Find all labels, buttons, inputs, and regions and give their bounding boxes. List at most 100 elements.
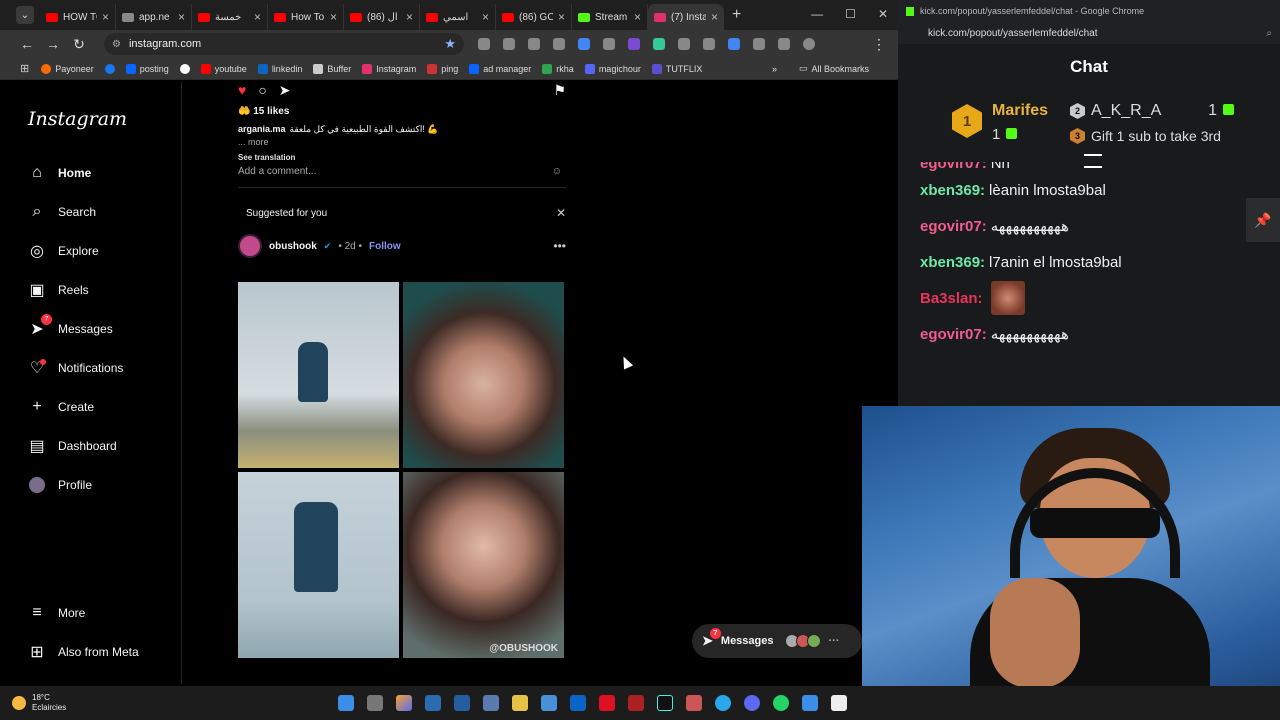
bookmark-item[interactable]: posting [125,63,169,74]
app-icon[interactable] [425,695,441,711]
extension-icon[interactable] [703,38,715,50]
bookmark-item[interactable]: TUTFLIX [651,63,702,74]
like-heart-icon[interactable]: ♥ [238,82,246,98]
close-icon[interactable]: ✕ [556,206,566,220]
minimize-icon[interactable]: — [811,7,823,21]
chrome-menu-icon[interactable]: ⋮ [872,36,886,53]
follow-button[interactable]: Follow [369,241,401,252]
share-icon[interactable]: ➤ [279,82,291,99]
likes-count[interactable]: 🤲 15 likes [238,106,289,117]
tab-2[interactable]: خمسة × [192,4,268,30]
forward-icon[interactable]: → [40,36,66,52]
app-icon[interactable] [628,695,644,711]
close-icon[interactable]: × [711,10,718,24]
zoom-icon[interactable]: ⌕ [1266,28,1272,39]
extension-icon[interactable] [603,38,615,50]
caption-username[interactable]: argania.ma [238,124,286,134]
bookmark-item[interactable]: rkha [542,63,574,74]
tab-4[interactable]: (86) ال × [344,4,420,30]
nav-notifications[interactable]: ♡ Notifications [28,359,123,377]
nav-also-from-meta[interactable]: ⊞ Also from Meta [28,643,138,661]
bookmark-item[interactable] [179,63,190,74]
tab-search-icon[interactable]: ⌄ [16,6,34,24]
save-bookmark-icon[interactable]: ⚑ [553,82,566,99]
tab-3[interactable]: How To × [268,4,344,30]
tiktok-icon[interactable] [657,695,673,711]
outlook-icon[interactable] [570,695,586,711]
bookmark-item[interactable] [104,63,115,74]
reload-icon[interactable]: ↻ [66,36,92,53]
apps-icon[interactable]: ⊞ [20,62,29,75]
maximize-icon[interactable]: ☐ [845,7,856,21]
nav-messages[interactable]: ➤ 7 Messages [28,314,113,338]
instagram-logo[interactable]: Instagram [28,108,127,130]
nav-profile[interactable]: Profile [28,476,92,494]
bookmark-item[interactable]: ping [427,63,458,74]
file-explorer-icon[interactable] [512,695,528,711]
tab-6[interactable]: (86) GC × [496,4,572,30]
post-username[interactable]: obushook [269,241,317,252]
close-icon[interactable]: × [406,10,413,24]
close-icon[interactable]: × [558,10,565,24]
extension-icon[interactable] [628,38,640,50]
nav-create[interactable]: + Create [28,398,94,416]
tab-7[interactable]: Stream × [572,4,648,30]
close-icon[interactable]: × [102,10,109,24]
close-window-icon[interactable]: ✕ [878,7,888,21]
close-icon[interactable]: × [482,10,489,24]
notion-icon[interactable] [831,695,847,711]
nav-home[interactable]: ⌂ Home [28,164,91,182]
bookmark-item[interactable]: linkedin [257,63,302,74]
nav-dashboard[interactable]: ▤ Dashboard [28,437,116,455]
extension-icon[interactable] [503,38,515,50]
whatsapp-icon[interactable] [773,695,789,711]
nav-reels[interactable]: ▣ Reels [28,281,88,299]
post-media[interactable]: @OBUSHOOK [238,282,564,658]
tab-8[interactable]: (7) Insta × [648,4,724,30]
extension-icon[interactable] [778,38,790,50]
avatar[interactable] [238,234,262,258]
tab-0[interactable]: HOW TO× [40,4,116,30]
bookmark-item[interactable]: Buffer [313,63,351,74]
task-view-icon[interactable] [367,695,383,711]
caption-more[interactable]: ... more [238,137,269,147]
address-bar[interactable]: ⚙ instagram.com ★ [104,33,464,55]
site-info-icon[interactable]: ⚙ [112,39,121,50]
puzzle-icon[interactable] [753,38,765,50]
app-icon[interactable] [744,695,760,711]
app-icon[interactable] [454,695,470,711]
copilot-icon[interactable] [396,695,412,711]
add-comment-input[interactable]: Add a comment... ☺ [238,166,566,188]
profile-icon[interactable] [803,38,815,50]
extension-icon[interactable] [728,38,740,50]
windows-start-icon[interactable] [338,695,354,711]
bookmark-item[interactable]: Payoneer [41,63,94,74]
bookmark-star-icon[interactable]: ★ [444,36,456,52]
bookmark-item[interactable]: magichour [584,63,641,74]
store-icon[interactable] [541,695,557,711]
extension-icon[interactable] [678,38,690,50]
close-icon[interactable]: × [254,10,261,24]
telegram-icon[interactable] [715,695,731,711]
pin-icon[interactable]: 📌 [1246,198,1280,242]
close-icon[interactable]: × [634,10,641,24]
bookmark-item[interactable]: youtube [200,63,247,74]
chevron-right-icon[interactable]: » [772,64,777,74]
nav-explore[interactable]: ◎ Explore [28,242,99,260]
bookmark-item[interactable]: Instagram [362,63,416,74]
app-icon[interactable] [686,695,702,711]
messages-pill[interactable]: ➤ 7 Messages ··· [692,624,862,658]
extension-icon[interactable] [478,38,490,50]
tab-5[interactable]: اسمي × [420,4,496,30]
opera-icon[interactable] [599,695,615,711]
emoji-icon[interactable]: ☺ [552,166,562,177]
see-translation[interactable]: See translation [238,153,295,162]
nav-more[interactable]: ≡ More [28,604,85,622]
app-icon[interactable] [483,695,499,711]
close-icon[interactable]: × [178,10,185,24]
more-options-icon[interactable]: ••• [553,239,566,253]
all-bookmarks[interactable]: ▭ All Bookmarks [799,63,869,74]
app-icon[interactable] [802,695,818,711]
back-icon[interactable]: ← [14,36,40,52]
extension-icon[interactable] [553,38,565,50]
